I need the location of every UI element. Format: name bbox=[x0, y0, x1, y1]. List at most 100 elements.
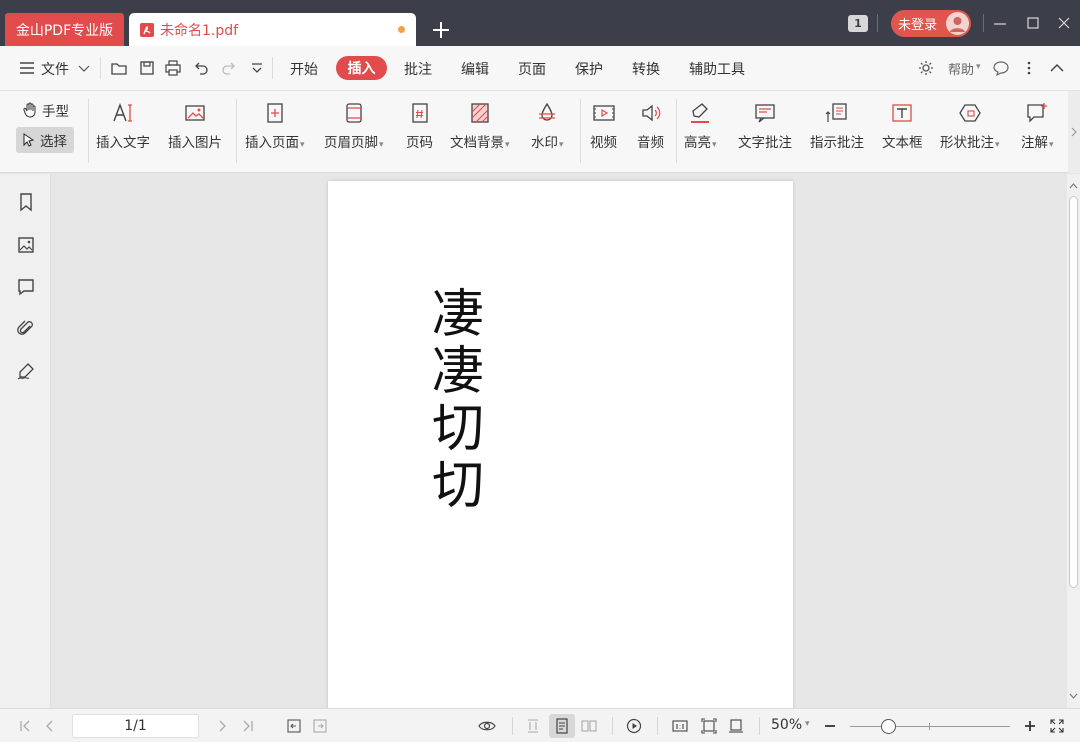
scroll-up-icon[interactable] bbox=[1067, 178, 1080, 194]
page-number-icon bbox=[411, 103, 428, 123]
login-button[interactable]: 未登录 bbox=[891, 10, 971, 37]
highlight-button[interactable]: 高亮▾ bbox=[684, 101, 717, 151]
tab-insert[interactable]: 插入 bbox=[336, 56, 387, 80]
actual-size-icon[interactable] bbox=[672, 718, 688, 734]
page-number-input[interactable]: 1/1 bbox=[72, 714, 199, 738]
comments-icon[interactable] bbox=[16, 277, 36, 297]
next-page-icon[interactable] bbox=[214, 718, 230, 734]
tab-edit[interactable]: 编辑 bbox=[461, 59, 489, 79]
page-number-button[interactable]: 页码 bbox=[406, 101, 433, 151]
zoom-level[interactable]: 50% bbox=[771, 717, 802, 733]
single-page-view-icon[interactable] bbox=[525, 718, 541, 734]
eye-reading-mode-icon[interactable] bbox=[478, 718, 496, 734]
help-chevron-icon[interactable]: ▾ bbox=[976, 62, 981, 72]
select-tool-label: 选择 bbox=[40, 134, 67, 150]
redo-icon[interactable] bbox=[220, 59, 238, 77]
print-icon[interactable] bbox=[164, 59, 182, 77]
window-count-badge[interactable]: 1 bbox=[848, 15, 868, 32]
minimize-icon[interactable] bbox=[991, 14, 1009, 32]
annotation-label: 注解 bbox=[1021, 135, 1048, 151]
fit-page-icon[interactable] bbox=[701, 718, 717, 734]
video-button[interactable]: 视频 bbox=[590, 101, 617, 151]
watermark-chevron-icon: ▾ bbox=[559, 140, 564, 150]
collapse-ribbon-icon[interactable] bbox=[1048, 59, 1066, 77]
document-tab-name: 未命名1.pdf bbox=[160, 22, 239, 39]
settings-gear-icon[interactable] bbox=[917, 59, 935, 77]
shape-comment-button[interactable]: 形状批注▾ bbox=[940, 101, 1000, 151]
more-options-icon[interactable] bbox=[1020, 59, 1038, 77]
text-comment-button[interactable]: 文字批注 bbox=[738, 101, 792, 151]
textbox-icon bbox=[892, 104, 912, 122]
video-icon bbox=[592, 105, 615, 121]
open-folder-icon[interactable] bbox=[110, 59, 128, 77]
insert-image-button[interactable]: 插入图片 bbox=[168, 101, 222, 151]
vertical-scrollbar[interactable] bbox=[1067, 174, 1080, 708]
textbox-button[interactable]: 文本框 bbox=[882, 101, 923, 151]
last-page-icon[interactable] bbox=[240, 718, 256, 734]
watermark-button[interactable]: 水印▾ bbox=[531, 101, 564, 151]
feedback-chat-icon[interactable] bbox=[992, 59, 1010, 77]
help-menu[interactable]: 帮助 bbox=[948, 59, 974, 78]
scroll-down-icon[interactable] bbox=[1067, 688, 1080, 704]
bookmark-icon[interactable] bbox=[16, 192, 36, 212]
header-footer-label: 页眉页脚 bbox=[324, 135, 378, 151]
pointer-comment-icon bbox=[825, 103, 847, 122]
textbox-label: 文本框 bbox=[882, 135, 923, 151]
fullscreen-icon[interactable] bbox=[1049, 718, 1065, 734]
tab-convert[interactable]: 转换 bbox=[632, 59, 660, 79]
document-canvas[interactable]: 凄 凄 切 切 bbox=[51, 174, 1067, 711]
save-icon[interactable] bbox=[138, 59, 156, 77]
shape-comment-chevron-icon: ▾ bbox=[995, 140, 1000, 150]
play-slideshow-icon[interactable] bbox=[626, 718, 642, 734]
zoom-chevron-icon[interactable]: ▾ bbox=[805, 719, 810, 729]
hand-tool-button[interactable]: 手型 bbox=[22, 100, 69, 120]
insert-text-button[interactable]: 插入文字 bbox=[96, 101, 150, 151]
maximize-icon[interactable] bbox=[1024, 14, 1042, 32]
annotation-icon bbox=[1027, 103, 1048, 123]
audio-icon bbox=[641, 104, 660, 122]
previous-page-icon[interactable] bbox=[42, 718, 58, 734]
watermark-label: 水印 bbox=[531, 135, 558, 151]
undo-icon[interactable] bbox=[192, 59, 210, 77]
document-tab[interactable]: 未命名1.pdf bbox=[129, 13, 416, 46]
close-icon[interactable] bbox=[1055, 14, 1073, 32]
header-footer-button[interactable]: 页眉页脚▾ bbox=[324, 101, 384, 151]
insert-image-icon bbox=[185, 105, 205, 121]
pdf-page[interactable]: 凄 凄 切 切 bbox=[328, 181, 793, 711]
first-page-icon[interactable] bbox=[17, 718, 33, 734]
signature-pen-icon[interactable] bbox=[16, 361, 36, 381]
thumbnail-icon[interactable] bbox=[16, 235, 36, 255]
app-tab[interactable]: 金山PDF专业版 bbox=[5, 13, 124, 46]
chevron-right-icon bbox=[1071, 127, 1077, 137]
annotation-button[interactable]: 注解▾ bbox=[1021, 101, 1054, 151]
more-quick-actions-icon[interactable] bbox=[248, 59, 266, 77]
continuous-view-button[interactable] bbox=[549, 714, 575, 738]
attachment-icon[interactable] bbox=[16, 319, 36, 339]
scrollbar-thumb[interactable] bbox=[1069, 196, 1078, 588]
back-view-icon[interactable] bbox=[286, 718, 302, 734]
pointer-comment-button[interactable]: 指示批注 bbox=[810, 101, 864, 151]
document-background-button[interactable]: 文档背景▾ bbox=[450, 101, 510, 151]
zoom-out-icon[interactable] bbox=[822, 718, 838, 734]
fit-width-icon[interactable] bbox=[728, 718, 744, 734]
zoom-in-icon[interactable] bbox=[1022, 718, 1038, 734]
tab-start[interactable]: 开始 bbox=[290, 59, 318, 79]
tab-comment[interactable]: 批注 bbox=[404, 59, 432, 79]
file-menu-chevron-icon[interactable] bbox=[77, 61, 91, 75]
tab-protect[interactable]: 保护 bbox=[575, 59, 603, 79]
insert-page-button[interactable]: 插入页面▾ bbox=[245, 101, 305, 151]
continuous-page-icon bbox=[556, 718, 568, 734]
forward-view-icon[interactable] bbox=[312, 718, 328, 734]
cursor-arrow-icon bbox=[23, 133, 35, 147]
hamburger-menu-icon[interactable] bbox=[18, 59, 36, 77]
double-page-view-icon[interactable] bbox=[581, 718, 597, 734]
tab-tools[interactable]: 辅助工具 bbox=[689, 59, 745, 79]
ribbon-scroll-right[interactable] bbox=[1068, 91, 1080, 173]
select-tool-button[interactable]: 选择 bbox=[16, 127, 74, 153]
zoom-slider-track[interactable] bbox=[850, 726, 1010, 727]
new-tab-icon[interactable] bbox=[430, 19, 452, 41]
audio-button[interactable]: 音频 bbox=[637, 101, 664, 151]
zoom-slider-knob[interactable] bbox=[881, 719, 896, 734]
tab-page[interactable]: 页面 bbox=[518, 59, 546, 79]
file-menu[interactable]: 文件 bbox=[41, 59, 69, 79]
